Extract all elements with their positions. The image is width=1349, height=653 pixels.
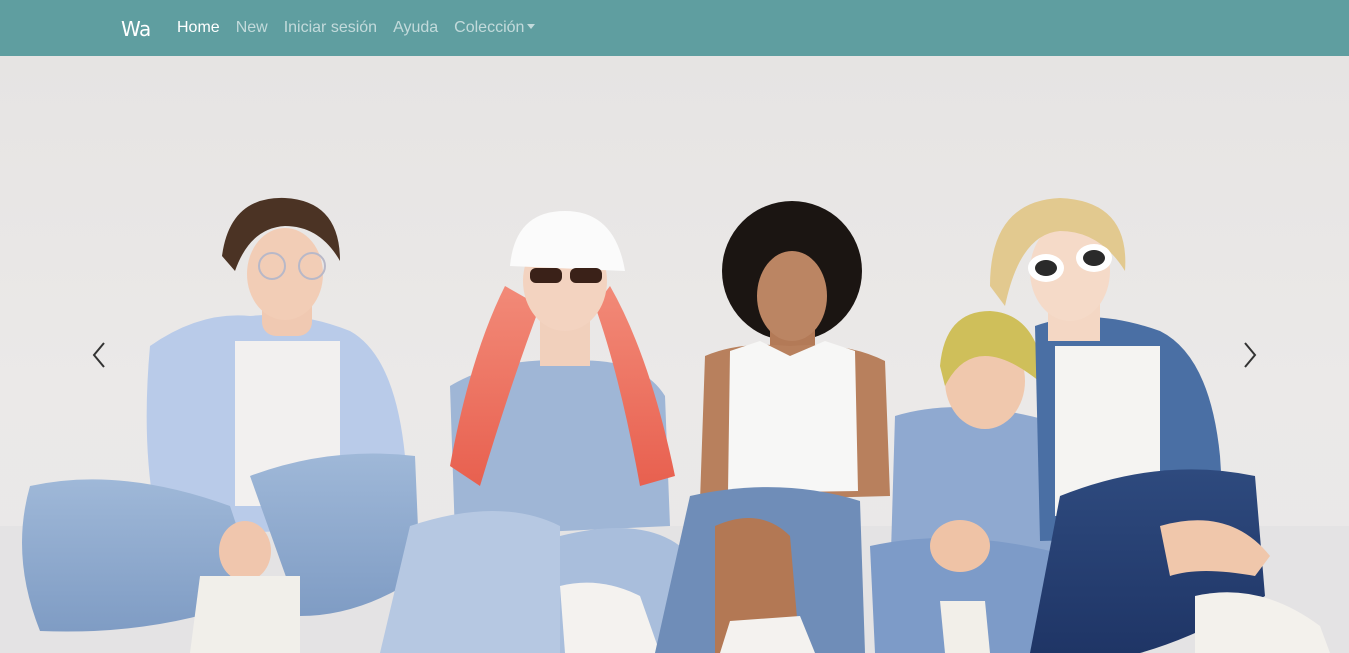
nav-dropdown-collection[interactable]: Colección (446, 18, 543, 38)
nav-link-new[interactable]: New (228, 18, 276, 38)
carousel-next-button[interactable] (1149, 56, 1349, 653)
caret-down-icon (527, 24, 536, 29)
chevron-left-icon (92, 341, 105, 368)
nav-links: Home New Iniciar sesión Ayuda Colección (169, 0, 543, 56)
nav-link-login[interactable]: Iniciar sesión (276, 18, 385, 38)
carousel-prev-button[interactable] (0, 56, 200, 653)
nav-dropdown-collection-label: Colección (454, 19, 525, 36)
carousel-slide-image (0, 197, 1349, 653)
nav-link-help[interactable]: Ayuda (385, 18, 446, 38)
hero-carousel (0, 56, 1349, 653)
brand-logo[interactable]: Wa (121, 17, 151, 41)
nav-link-home[interactable]: Home (169, 18, 228, 38)
navbar: Wa Home New Iniciar sesión Ayuda Colecci… (0, 0, 1349, 56)
chevron-right-icon (1244, 341, 1257, 368)
